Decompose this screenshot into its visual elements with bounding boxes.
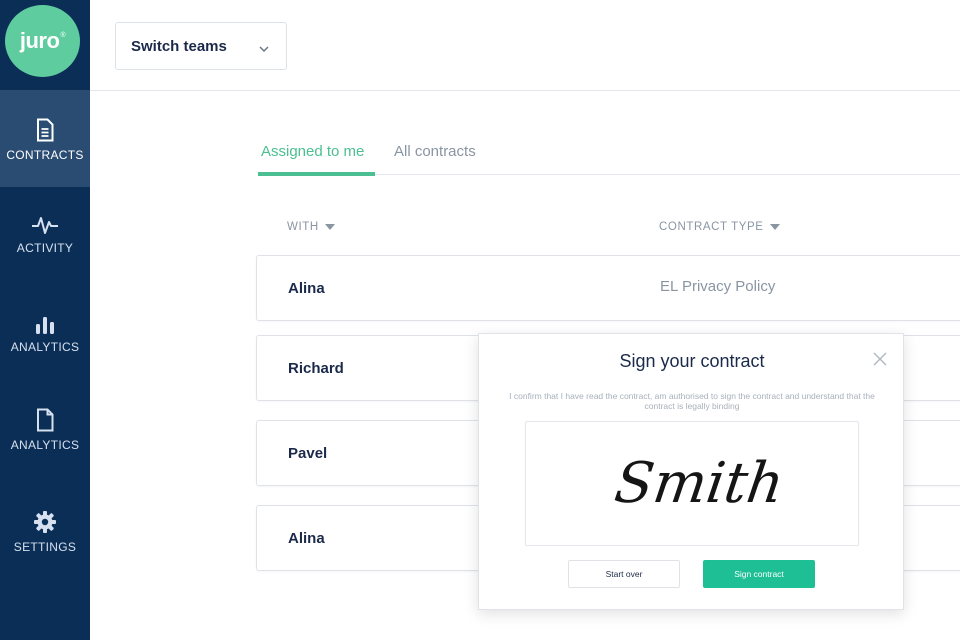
sidebar-item-label: SETTINGS	[13, 540, 77, 554]
sidebar-item-activity[interactable]: ACTIVITY	[0, 215, 90, 265]
column-header-with[interactable]: WITH	[287, 221, 335, 233]
sidebar-item-label: ACTIVITY	[16, 241, 74, 255]
row-with: Pavel	[288, 445, 328, 462]
logo-text: juro	[19, 28, 60, 53]
logo-registered-mark: ®	[60, 31, 66, 39]
gear-icon	[33, 510, 57, 540]
confirmation-text: I confirm that I have read the contract,…	[509, 391, 875, 411]
signature-text: Smith	[611, 451, 788, 516]
juro-logo[interactable]: juro ®	[5, 5, 80, 77]
document-icon	[35, 118, 55, 148]
header-divider	[90, 90, 960, 91]
close-icon[interactable]	[873, 352, 887, 371]
tab-assigned-to-me[interactable]: Assigned to me	[261, 143, 364, 160]
tab-all-contracts[interactable]: All contracts	[394, 143, 476, 160]
start-over-button[interactable]: Start over	[568, 560, 680, 588]
row-with: Alina	[288, 280, 325, 297]
modal-title: Sign your contract	[619, 351, 765, 371]
table-row[interactable]: Alina EL Privacy Policy	[256, 255, 960, 321]
pulse-icon	[31, 215, 59, 241]
sort-down-icon	[324, 221, 335, 233]
sidebar-item-settings[interactable]: SETTINGS	[0, 510, 90, 560]
signature-drawing: Smith	[611, 451, 788, 516]
switch-teams-label: Switch teams	[131, 37, 227, 55]
active-tab-indicator	[258, 172, 375, 176]
row-contract-type: EL Privacy Policy	[660, 278, 776, 295]
row-with: Richard	[288, 360, 344, 377]
switch-teams-dropdown[interactable]: Switch teams	[115, 22, 287, 70]
sidebar: juro ® CONTRACTS ACTIVITY ANALYTICS ANALY…	[0, 0, 90, 640]
sort-down-icon	[769, 221, 780, 233]
column-header-label: WITH	[287, 221, 319, 233]
row-with: Alina	[288, 530, 325, 547]
sidebar-item-label: CONTRACTS	[6, 147, 84, 162]
sidebar-item-label: ANALYTICS	[10, 438, 80, 452]
bar-chart-icon	[34, 314, 56, 340]
sidebar-item-label: ANALYTICS	[10, 340, 80, 354]
column-header-label: CONTRACT TYPE	[659, 221, 764, 233]
column-header-contract-type[interactable]: CONTRACT TYPE	[659, 221, 780, 233]
sidebar-item-analytics[interactable]: ANALYTICS	[0, 314, 90, 364]
sign-contract-button[interactable]: Sign contract	[703, 560, 815, 588]
sidebar-item-contracts[interactable]: CONTRACTS	[0, 90, 90, 187]
sidebar-item-analytics-files[interactable]: ANALYTICS	[0, 408, 90, 458]
chevron-down-icon	[258, 40, 270, 57]
file-icon	[35, 408, 55, 438]
sign-contract-modal: Sign your contract I confirm that I have…	[478, 333, 904, 610]
signature-pad[interactable]: Smith	[525, 421, 859, 546]
